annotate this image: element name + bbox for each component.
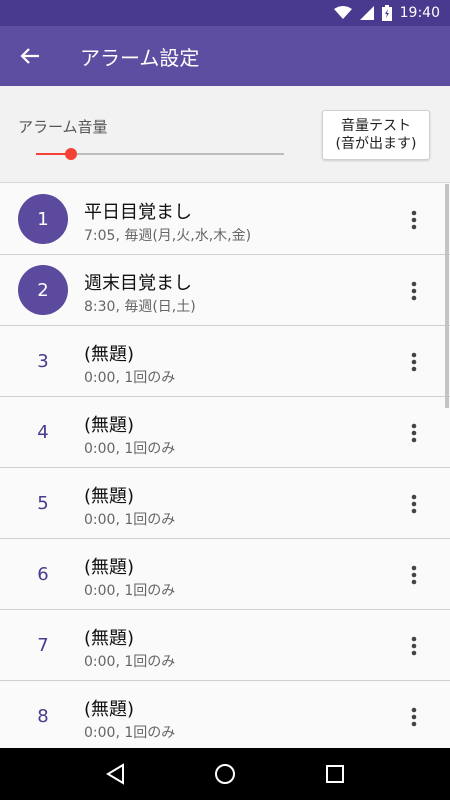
alarm-row[interactable]: 6 (無題) 0:00, 1回のみ: [0, 539, 450, 610]
more-options-button[interactable]: [400, 419, 428, 447]
alarm-subtitle: 0:00, 1回のみ: [84, 512, 176, 528]
more-vert-icon: [411, 494, 417, 514]
nav-home-button[interactable]: [205, 754, 245, 794]
slider-thumb[interactable]: [64, 148, 77, 160]
alarm-title: (無題): [84, 699, 135, 720]
scrollbar[interactable]: [445, 184, 449, 408]
alarm-row[interactable]: 1 平日目覚まし 7:05, 毎週(月,火,水,木,金): [0, 184, 450, 255]
alarm-subtitle: 0:00, 1回のみ: [84, 654, 176, 670]
alarm-title: 週末目覚まし: [84, 273, 192, 294]
volume-test-button[interactable]: 音量テスト (音が出ます): [322, 110, 430, 160]
status-time: 19:40: [399, 5, 440, 21]
alarm-title: (無題): [84, 344, 135, 365]
alarm-subtitle: 0:00, 1回のみ: [84, 370, 176, 386]
more-options-button[interactable]: [400, 277, 428, 305]
alarm-title: (無題): [84, 628, 135, 649]
test-button-label-line1: 音量テスト: [341, 118, 411, 134]
arrow-back-icon: [20, 48, 39, 64]
circle-home-icon: [215, 764, 235, 784]
alarm-row[interactable]: 3 (無題) 0:00, 1回のみ: [0, 326, 450, 397]
more-vert-icon: [411, 352, 417, 372]
alarm-subtitle: 0:00, 1回のみ: [84, 583, 176, 599]
alarm-number: 2: [18, 265, 68, 315]
status-bar: 19:40: [0, 0, 450, 26]
alarm-number: 3: [37, 350, 49, 372]
back-button[interactable]: [0, 26, 60, 86]
alarm-number: 1: [18, 194, 68, 244]
more-vert-icon: [411, 210, 417, 230]
alarm-list: 1 平日目覚まし 7:05, 毎週(月,火,水,木,金) 2 週末目覚まし 8:30, 毎…: [0, 184, 450, 748]
more-options-button[interactable]: [400, 561, 428, 589]
alarm-title: (無題): [84, 486, 135, 507]
alarm-subtitle: 7:05, 毎週(月,火,水,木,金): [84, 228, 252, 244]
more-options-button[interactable]: [400, 348, 428, 376]
nav-back-button[interactable]: [95, 754, 135, 794]
alarm-number: 5: [37, 492, 49, 514]
nav-recents-button[interactable]: [315, 754, 355, 794]
page-title: アラーム設定: [80, 45, 200, 70]
alarm-title: 平日目覚まし: [84, 202, 192, 223]
alarm-row[interactable]: 8 (無題) 0:00, 1回のみ: [0, 681, 450, 748]
more-options-button[interactable]: [400, 206, 428, 234]
more-vert-icon: [411, 707, 417, 727]
alarm-subtitle: 0:00, 1回のみ: [84, 441, 176, 457]
signal-icon: [359, 6, 374, 20]
alarm-subtitle: 8:30, 毎週(日,土): [84, 299, 196, 315]
alarm-row[interactable]: 5 (無題) 0:00, 1回のみ: [0, 468, 450, 539]
triangle-back-icon: [106, 763, 124, 785]
battery-icon: [381, 5, 392, 21]
volume-slider[interactable]: [36, 148, 284, 160]
volume-label: アラーム音量: [18, 118, 108, 136]
volume-panel: アラーム音量 音量テスト (音が出ます): [0, 86, 450, 183]
alarm-row[interactable]: 2 週末目覚まし 8:30, 毎週(日,土): [0, 255, 450, 326]
alarm-title: (無題): [84, 415, 135, 436]
app-bar: アラーム設定: [0, 26, 450, 86]
alarm-subtitle: 0:00, 1回のみ: [84, 725, 176, 741]
more-vert-icon: [411, 281, 417, 301]
alarm-number: 7: [37, 634, 49, 656]
square-recents-icon: [326, 765, 344, 783]
alarm-row[interactable]: 4 (無題) 0:00, 1回のみ: [0, 397, 450, 468]
alarm-number: 4: [37, 421, 49, 443]
more-options-button[interactable]: [400, 703, 428, 731]
alarm-title: (無題): [84, 557, 135, 578]
navigation-bar: [0, 748, 450, 800]
more-options-button[interactable]: [400, 632, 428, 660]
more-vert-icon: [411, 636, 417, 656]
test-button-label-line2: (音が出ます): [335, 136, 417, 152]
alarm-number: 6: [37, 563, 49, 585]
more-vert-icon: [411, 423, 417, 443]
more-options-button[interactable]: [400, 490, 428, 518]
wifi-icon: [333, 6, 352, 20]
more-vert-icon: [411, 565, 417, 585]
alarm-number: 8: [37, 705, 49, 727]
alarm-row[interactable]: 7 (無題) 0:00, 1回のみ: [0, 610, 450, 681]
